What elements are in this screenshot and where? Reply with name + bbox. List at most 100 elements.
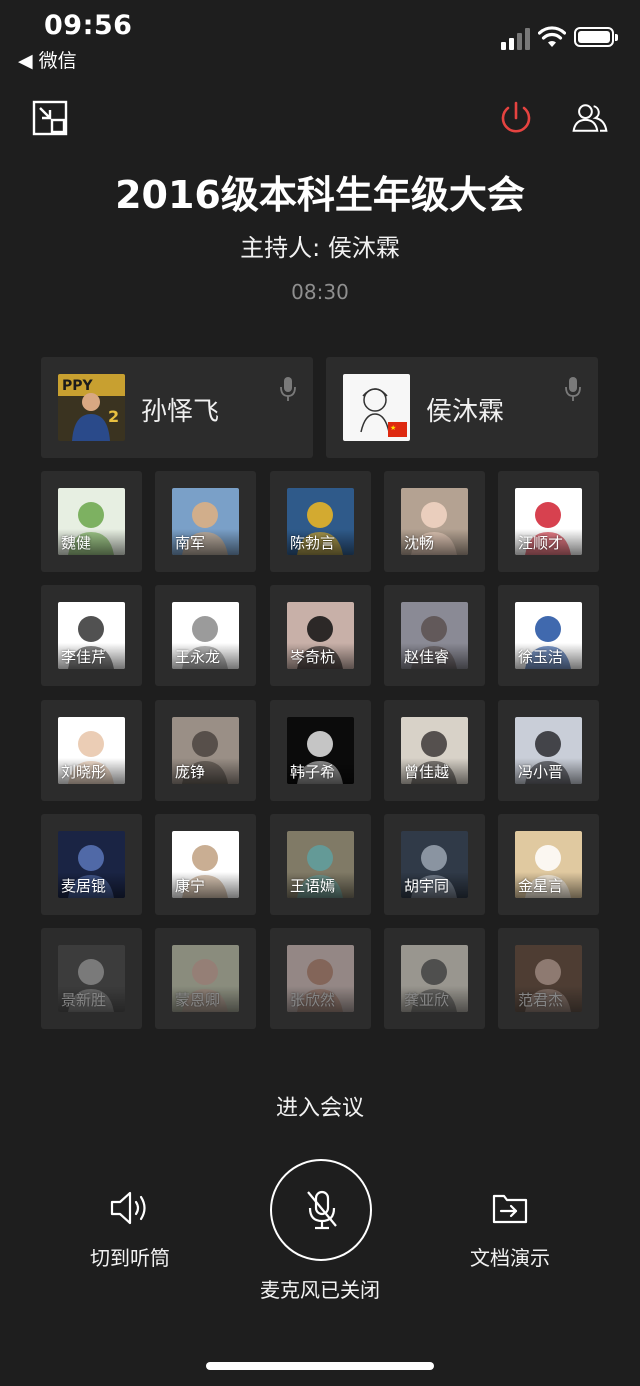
power-icon[interactable] (496, 98, 536, 138)
participant-name: 张欣然 (290, 991, 336, 1009)
microphone-icon (280, 377, 296, 401)
participant-tile[interactable]: 王语嫣 (270, 814, 371, 915)
participant-tile[interactable]: 赵佳睿 (384, 585, 485, 686)
avatar: 景新胜 (58, 945, 125, 1012)
participant-name: 王永龙 (175, 648, 221, 666)
participant-name: 韩子希 (290, 763, 336, 781)
host-tile[interactable]: PPY 2 孙怿飞 (41, 357, 313, 458)
minimize-window-icon[interactable] (30, 98, 70, 138)
avatar: ★ (343, 374, 410, 441)
participant-tile[interactable]: 刘晓彤 (41, 700, 142, 801)
participant-name: 康宁 (175, 877, 206, 895)
avatar: 胡宇同 (401, 831, 468, 898)
participant-name: 陈勃言 (290, 534, 336, 552)
meeting-timer: 08:30 (291, 280, 349, 304)
participant-name: 沈畅 (404, 534, 435, 552)
participant-tile[interactable]: 南军 (155, 471, 256, 572)
participant-tile[interactable]: 康宁 (155, 814, 256, 915)
participant-tile[interactable]: 岑奇杭 (270, 585, 371, 686)
participant-tile[interactable]: 魏健 (41, 471, 142, 572)
microphone-icon (565, 377, 581, 401)
avatar: 曾佳越 (401, 717, 468, 784)
avatar: 麦居锟 (58, 831, 125, 898)
avatar: 南军 (172, 488, 239, 555)
meeting-title: 2016级本科生年级大会 (115, 173, 525, 217)
participant-tile[interactable]: 庞铮 (155, 700, 256, 801)
speaker-icon (110, 1191, 146, 1225)
participant-tile[interactable]: 徐玉洁 (498, 585, 599, 686)
participant-name: 金星言 (518, 877, 564, 895)
participant-tile[interactable]: 曾佳越 (384, 700, 485, 801)
participant-tile[interactable]: 陈勃言 (270, 471, 371, 572)
participant-name: 岑奇杭 (290, 648, 336, 666)
speaker-toggle-label: 切到听筒 (90, 1246, 170, 1270)
participant-name: 刘晓彤 (61, 763, 107, 781)
avatar: 汪顺才 (515, 488, 582, 555)
avatar: 徐玉洁 (515, 602, 582, 669)
avatar: 冯小晋 (515, 717, 582, 784)
participant-name: 徐玉洁 (518, 648, 564, 666)
participant-name: 南军 (175, 534, 206, 552)
avatar: 陈勃言 (287, 488, 354, 555)
avatar: 魏健 (58, 488, 125, 555)
avatar: PPY 2 (58, 374, 125, 441)
microphone-status: 麦克风已关闭 (230, 1264, 410, 1303)
microphone-toggle-button[interactable] (270, 1159, 372, 1261)
avatar: 张欣然 (287, 945, 354, 1012)
participant-name: 曾佳越 (404, 763, 450, 781)
back-to-app-link[interactable]: ◀ 微信 (18, 46, 77, 73)
participant-name: 汪顺才 (518, 534, 564, 552)
status-bar: 09:56 ◀ 微信 (0, 0, 640, 80)
participant-name: 王语嫣 (290, 877, 336, 895)
avatar: 蒙恩卿 (172, 945, 239, 1012)
wifi-icon (538, 26, 566, 47)
participant-name: 范君杰 (518, 991, 564, 1009)
participant-tile[interactable]: 金星言 (498, 814, 599, 915)
avatar: 庞铮 (172, 717, 239, 784)
participant-tile[interactable]: 胡宇同 (384, 814, 485, 915)
participant-tile[interactable]: 韩子希 (270, 700, 371, 801)
status-time: 09:56 (44, 10, 133, 41)
participant-name: 庞铮 (175, 763, 206, 781)
avatar: 龚亚欣 (401, 945, 468, 1012)
host-name: 孙怿飞 (141, 397, 220, 427)
avatar: 岑奇杭 (287, 602, 354, 669)
enter-meeting-button[interactable]: 进入会议 (0, 1090, 640, 1122)
meeting-host: 主持人: 侯沐霖 (240, 234, 400, 262)
participant-tile[interactable]: 蒙恩卿 (155, 928, 256, 1029)
battery-icon (574, 27, 618, 47)
participant-tile[interactable]: 汪顺才 (498, 471, 599, 572)
avatar: 李佳芹 (58, 602, 125, 669)
participant-tile[interactable]: 景新胜 (41, 928, 142, 1029)
document-share-button[interactable]: 文档演示 (440, 1188, 580, 1271)
participant-tile[interactable]: 麦居锟 (41, 814, 142, 915)
participant-name: 胡宇同 (404, 877, 450, 895)
host-tile[interactable]: ★ 侯沐霖 (326, 357, 598, 458)
participant-tile[interactable]: 张欣然 (270, 928, 371, 1029)
participant-name: 景新胜 (61, 991, 107, 1009)
speaker-toggle-button[interactable]: 切到听筒 (60, 1188, 200, 1271)
host-name: 侯沐霖 (426, 397, 505, 427)
participant-tile[interactable]: 龚亚欣 (384, 928, 485, 1029)
participant-tile[interactable]: 王永龙 (155, 585, 256, 686)
participant-tile[interactable]: 沈畅 (384, 471, 485, 572)
avatar: 王永龙 (172, 602, 239, 669)
members-icon[interactable] (570, 98, 610, 138)
avatar: 金星言 (515, 831, 582, 898)
cellular-signal-icon (501, 28, 533, 50)
avatar: 沈畅 (401, 488, 468, 555)
participant-tile[interactable]: 冯小晋 (498, 700, 599, 801)
participant-tile[interactable]: 李佳芹 (41, 585, 142, 686)
participant-name: 麦居锟 (61, 877, 107, 895)
svg-text:PPY: PPY (62, 378, 94, 394)
avatar: 赵佳睿 (401, 602, 468, 669)
microphone-muted-icon (307, 1190, 337, 1230)
participant-name: 魏健 (61, 534, 92, 552)
participant-name: 李佳芹 (61, 648, 107, 666)
avatar: 刘晓彤 (58, 717, 125, 784)
participant-name: 蒙恩卿 (175, 991, 221, 1009)
svg-text:★: ★ (390, 424, 396, 432)
participant-name: 龚亚欣 (404, 991, 450, 1009)
participant-tile[interactable]: 范君杰 (498, 928, 599, 1029)
participant-name: 赵佳睿 (404, 648, 450, 666)
